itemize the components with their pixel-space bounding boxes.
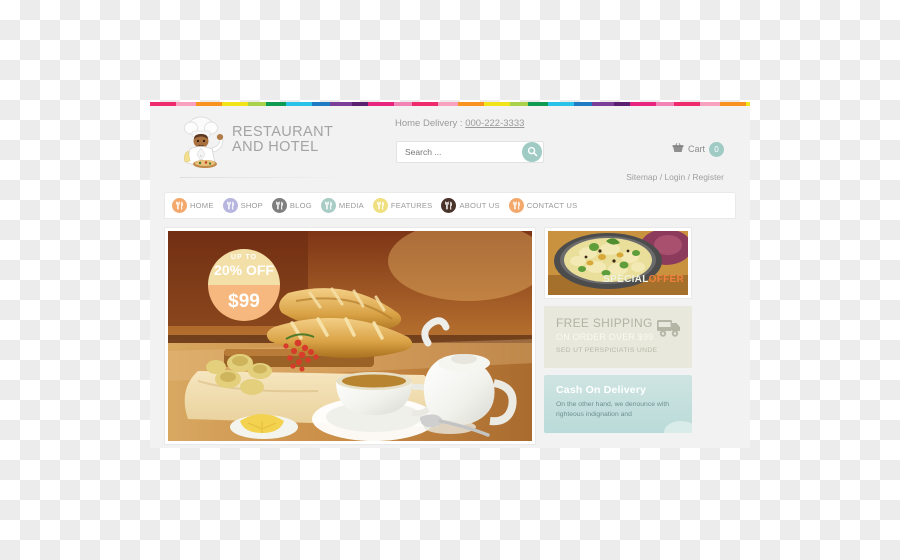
special-offer-card[interactable]: SPECIALOFFER (544, 227, 692, 299)
fork-knife-icon (372, 198, 388, 213)
cash-on-delivery-title: Cash On Delivery (556, 384, 647, 396)
hero-food-photo: UP TO 20% OFF $99 (168, 231, 532, 441)
badge-discount-text: 20% OFF (214, 262, 274, 278)
fork-knife-icon (172, 198, 187, 213)
nav-label-contact-us: CONTACT US (526, 201, 578, 210)
nav-item-blog[interactable]: BLOG (271, 198, 312, 213)
nav-item-shop[interactable]: SHOP (222, 198, 263, 213)
brand-name: RESTAURANT AND HOTEL (232, 125, 333, 161)
discount-badge: UP TO 20% OFF $99 (208, 249, 280, 321)
free-shipping-caption: SED UT PERSPICIATIS UNDE (556, 347, 658, 354)
brand-line-1: RESTAURANT (232, 124, 334, 140)
nav-label-shop: SHOP (240, 201, 263, 210)
search-input[interactable] (397, 142, 521, 162)
home-delivery-label: Home Delivery : (395, 118, 466, 129)
nav-label-media: MEDIA (338, 201, 364, 210)
brand-line-2: AND HOTEL (232, 139, 319, 155)
top-links[interactable]: Sitemap / Login / Register (626, 172, 724, 182)
cart-count-badge: 0 (709, 141, 724, 157)
chef-illustration-icon (180, 115, 226, 171)
special-offer-label-part2: OFFER (648, 274, 684, 285)
sidebar: SPECIALOFFER FREE SHIPPING ON ORDER OVER… (544, 227, 692, 445)
page-content: UP TO 20% OFF $99 SPECIALOFFER FREE SHIP… (164, 227, 736, 445)
fork-knife-icon (271, 198, 287, 213)
website-screenshot: RESTAURANT AND HOTEL Home Delivery : 000… (150, 102, 750, 448)
cash-on-delivery-card[interactable]: Cash On Delivery On the other hand, we d… (544, 375, 692, 433)
main-navigation: HOME SHOP BLOG MEDIA FEATURES ABOUT US C… (164, 192, 736, 219)
shopping-basket-icon (672, 140, 684, 158)
brand-logo[interactable]: RESTAURANT AND HOTEL (180, 115, 333, 171)
cash-on-delivery-body: On the other hand, we denounce with righ… (556, 401, 669, 418)
cash-on-delivery-decoration (664, 421, 692, 433)
special-offer-label-part1: SPECIAL (603, 274, 649, 285)
nav-label-blog: BLOG (289, 201, 312, 210)
brand-divider (180, 177, 350, 178)
search-button[interactable] (522, 142, 542, 162)
fork-knife-icon (222, 198, 238, 213)
nav-item-about-us[interactable]: ABOUT US (441, 198, 500, 213)
special-offer-photo: SPECIALOFFER (548, 231, 688, 295)
site-header: RESTAURANT AND HOTEL Home Delivery : 000… (150, 106, 750, 192)
home-delivery-info: Home Delivery : 000-222-3333 (395, 118, 524, 129)
fork-knife-icon (508, 198, 524, 213)
special-offer-label: SPECIALOFFER (603, 274, 684, 285)
cart-label: Cart (687, 144, 705, 154)
free-shipping-card[interactable]: FREE SHIPPING ON ORDER OVER $99 SED UT P… (544, 306, 692, 368)
nav-label-about-us: ABOUT US (459, 201, 500, 210)
fork-knife-icon (320, 198, 336, 213)
nav-label-home: HOME (190, 201, 214, 210)
fork-knife-icon (441, 198, 457, 213)
hero-slider[interactable]: UP TO 20% OFF $99 (164, 227, 536, 445)
nav-item-contact-us[interactable]: CONTACT US (508, 198, 578, 213)
nav-item-media[interactable]: MEDIA (320, 198, 364, 213)
delivery-phone-link[interactable]: 000-222-3333 (465, 118, 524, 129)
nav-item-home[interactable]: HOME (172, 198, 214, 213)
delivery-truck-icon (656, 317, 682, 344)
sitemap-login-register-links[interactable]: Sitemap / Login / Register (626, 172, 724, 182)
cart-widget[interactable]: Cart 0 (672, 140, 724, 158)
search-box[interactable] (396, 141, 544, 163)
nav-label-features: FEATURES (390, 201, 433, 210)
nav-item-features[interactable]: FEATURES (372, 198, 433, 213)
magnifier-icon (527, 145, 538, 160)
